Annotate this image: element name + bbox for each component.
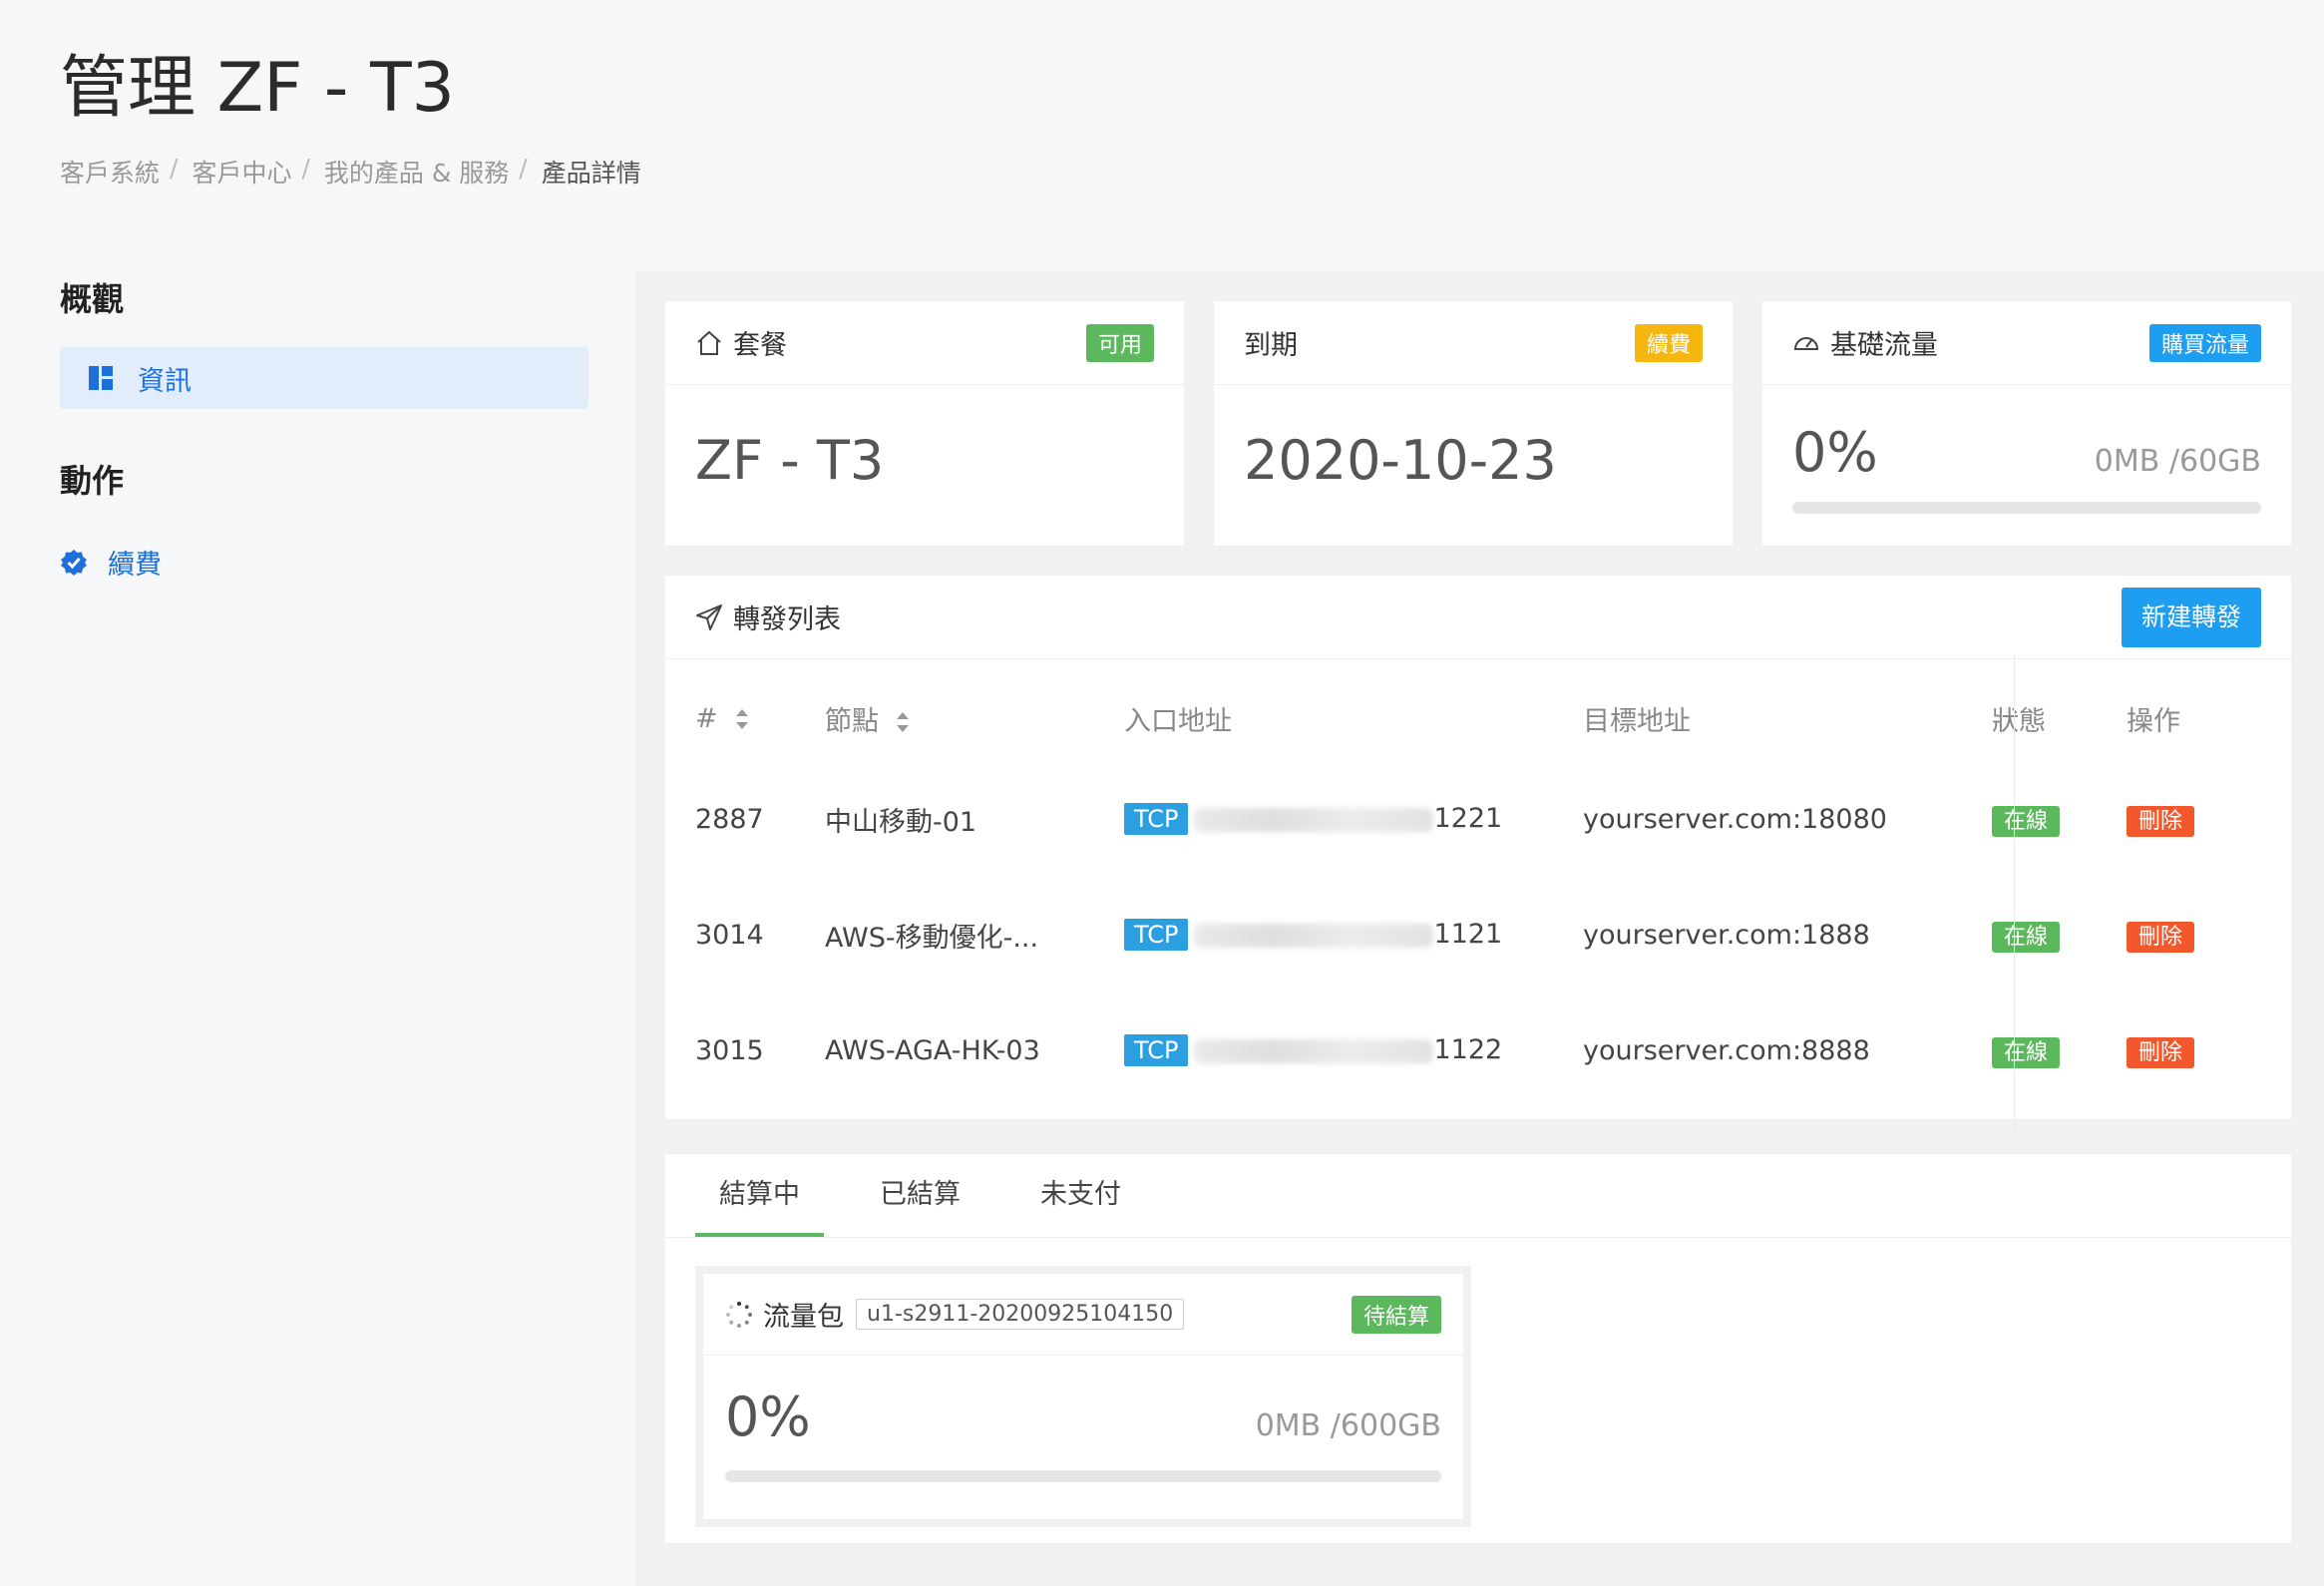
expiry-card: 到期 續費 2020-10-23 xyxy=(1214,301,1733,546)
column-header-entry: 入口地址 xyxy=(1124,705,1232,737)
column-header-target: 目標地址 xyxy=(1583,705,1691,737)
breadcrumb-item-products[interactable]: 我的產品 & 服務 xyxy=(324,154,509,190)
tab-settled[interactable]: 已結算 xyxy=(856,1153,984,1237)
row-entry: TCP 1221 xyxy=(1124,761,1583,877)
protocol-tag: TCP xyxy=(1124,1034,1189,1066)
row-id: 3015 xyxy=(695,1034,764,1066)
traffic-usage: 0MB /60GB xyxy=(2094,444,2261,479)
entry-port: 1122 xyxy=(1433,1034,1503,1065)
verified-badge-icon xyxy=(60,549,87,576)
protocol-tag: TCP xyxy=(1124,803,1189,835)
redacted-host xyxy=(1194,923,1434,948)
package-usage: 0MB /600GB xyxy=(1255,1408,1441,1443)
row-status: 在線 xyxy=(1992,992,2127,1108)
main-panel: 套餐 可用 ZF - T3 到期 續費 2020-10-23 基礎流量 購買流量… xyxy=(635,271,2324,1586)
row-status: 在線 xyxy=(1992,761,2127,877)
traffic-card-title: 基礎流量 xyxy=(1830,330,1938,361)
status-badge: 在線 xyxy=(1992,1037,2061,1068)
forward-list-card: 轉發列表 新建轉發 # 節點 入口地址 目標地址 狀態 操作 2887 中山移動… xyxy=(665,576,2291,1134)
tab-settling[interactable]: 結算中 xyxy=(695,1153,824,1237)
redacted-host xyxy=(1194,1038,1434,1063)
protocol-tag: TCP xyxy=(1124,919,1189,951)
breadcrumb-item-current: 產品詳情 xyxy=(541,159,641,188)
column-header-node[interactable]: 節點 xyxy=(825,675,1124,761)
row-target: yourserver.com:1888 xyxy=(1583,919,1870,951)
column-header-id[interactable]: # xyxy=(695,675,825,761)
traffic-card: 基礎流量 購買流量 0% 0MB /60GB xyxy=(1762,301,2291,546)
sort-icon xyxy=(897,712,909,732)
traffic-progress-bar xyxy=(1792,502,2261,514)
new-forward-button[interactable]: 新建轉發 xyxy=(2121,587,2261,647)
fixed-column-divider xyxy=(2014,655,2015,1134)
row-target: yourserver.com:18080 xyxy=(1583,803,1887,835)
home-icon xyxy=(695,329,723,357)
buy-traffic-badge[interactable]: 購買流量 xyxy=(2148,323,2261,362)
column-header-status: 狀態 xyxy=(1992,705,2046,737)
row-action: 刪除 xyxy=(2127,877,2246,992)
package-id: u1-s2911-20200925104150 xyxy=(856,1299,1185,1330)
page-header: 管理 ZF - T3 客戶系統 / 客戶中心 / 我的產品 & 服務 / 產品詳情 xyxy=(60,44,641,190)
sidebar-item-renew[interactable]: 續費 xyxy=(60,531,588,593)
sidebar: 概觀 資訊 動作 續費 xyxy=(60,269,588,593)
row-id: 3014 xyxy=(695,919,764,951)
expiry-card-title: 到期 xyxy=(1244,330,1298,361)
renew-badge[interactable]: 續費 xyxy=(1634,323,1703,362)
package-label: 流量包 xyxy=(763,1302,844,1333)
sort-icon xyxy=(735,709,748,729)
pending-settlement-badge: 待結算 xyxy=(1351,1295,1441,1334)
package-percent: 0% xyxy=(725,1386,811,1448)
delete-button[interactable]: 刪除 xyxy=(2127,922,2195,953)
row-action: 刪除 xyxy=(2127,992,2246,1108)
sidebar-heading-actions: 動作 xyxy=(60,462,125,500)
package-card-title: 套餐 xyxy=(733,330,787,361)
status-badge: 在線 xyxy=(1992,806,2061,837)
expiry-date: 2020-10-23 xyxy=(1244,429,1557,492)
row-status: 在線 xyxy=(1992,877,2127,992)
billing-tabs: 結算中 已結算 未支付 xyxy=(665,1154,2291,1238)
breadcrumb: 客戶系統 / 客戶中心 / 我的產品 & 服務 / 產品詳情 xyxy=(60,154,641,190)
gauge-icon xyxy=(1792,329,1820,357)
traffic-package-card: 流量包 u1-s2911-20200925104150 待結算 0% 0MB /… xyxy=(695,1266,1471,1527)
row-node: 中山移動-01 xyxy=(825,806,977,838)
sidebar-item-info[interactable]: 資訊 xyxy=(60,347,588,409)
row-id: 2887 xyxy=(695,803,764,835)
billing-card: 結算中 已結算 未支付 流量包 u1-s2911-20200925104150 … xyxy=(665,1154,2291,1543)
delete-button[interactable]: 刪除 xyxy=(2127,1037,2195,1068)
forward-list-title: 轉發列表 xyxy=(733,604,841,635)
entry-port: 1121 xyxy=(1433,919,1503,950)
status-badge: 可用 xyxy=(1085,323,1154,362)
package-card: 套餐 可用 ZF - T3 xyxy=(665,301,1184,546)
row-action: 刪除 xyxy=(2127,761,2246,877)
redacted-host xyxy=(1194,807,1434,832)
delete-button[interactable]: 刪除 xyxy=(2127,806,2195,837)
page-title: 管理 ZF - T3 xyxy=(60,49,455,128)
sidebar-item-label: 續費 xyxy=(108,549,162,581)
sidebar-heading-overview: 概觀 xyxy=(60,280,125,318)
package-progress-bar xyxy=(725,1470,1441,1482)
breadcrumb-item-client-center[interactable]: 客戶中心 xyxy=(192,154,291,190)
loading-spinner-icon xyxy=(725,1301,753,1329)
package-name: ZF - T3 xyxy=(695,429,885,492)
status-badge: 在線 xyxy=(1992,922,2061,953)
row-node: AWS-移動優化-... xyxy=(825,922,1039,954)
sidebar-item-label: 資訊 xyxy=(138,365,192,397)
breadcrumb-item-client-system[interactable]: 客戶系統 xyxy=(60,154,160,190)
row-node: AWS-AGA-HK-03 xyxy=(825,1034,1040,1066)
tab-unpaid[interactable]: 未支付 xyxy=(1016,1153,1145,1237)
row-entry: TCP 1121 xyxy=(1124,877,1583,992)
row-entry: TCP 1122 xyxy=(1124,992,1583,1108)
traffic-percent: 0% xyxy=(1792,421,1878,484)
column-header-action: 操作 xyxy=(2127,705,2180,737)
send-icon xyxy=(695,603,723,631)
dashboard-icon xyxy=(88,365,114,391)
row-target: yourserver.com:8888 xyxy=(1583,1034,1870,1066)
entry-port: 1221 xyxy=(1433,803,1503,834)
